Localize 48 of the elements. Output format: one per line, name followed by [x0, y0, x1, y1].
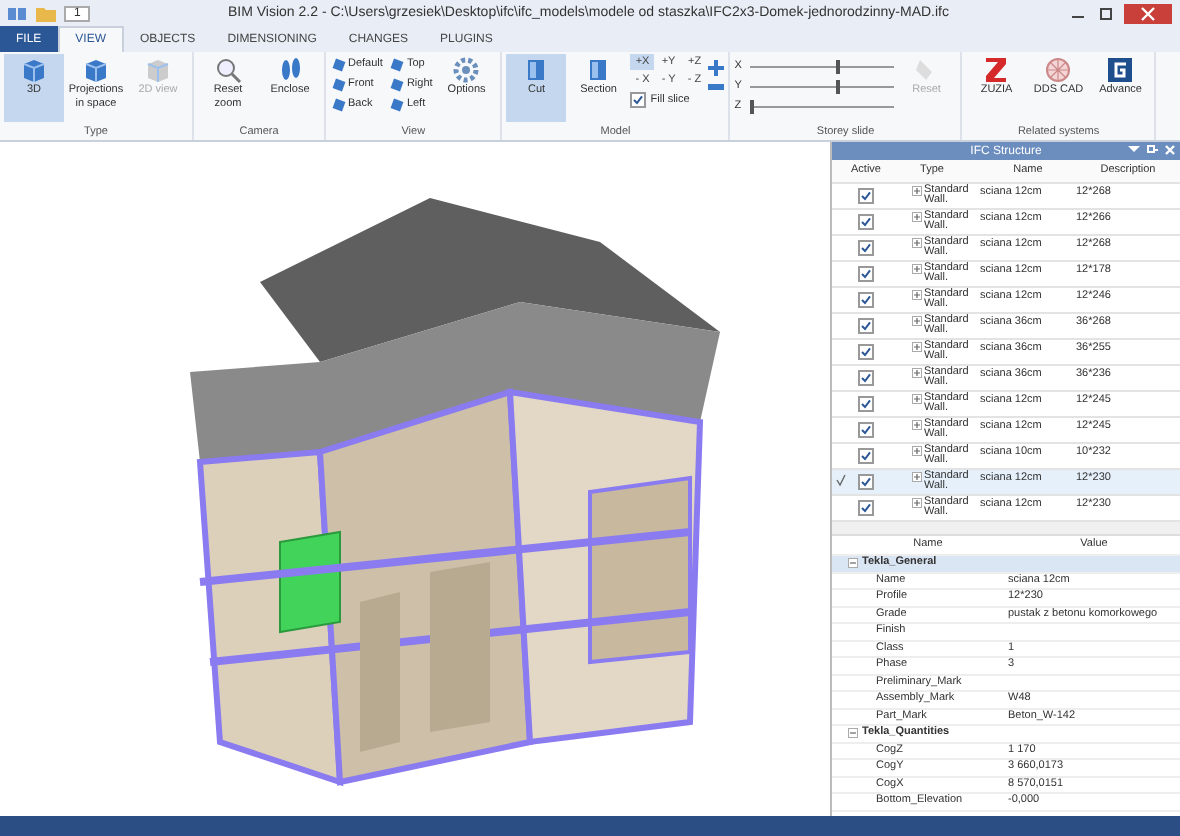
globe-icon	[1044, 56, 1073, 84]
footprints-icon	[276, 56, 304, 84]
expand-icon[interactable]	[912, 497, 922, 507]
checkbox[interactable]	[858, 474, 874, 490]
expand-icon[interactable]	[912, 211, 922, 221]
checkbox[interactable]	[630, 92, 647, 108]
expand-icon[interactable]	[912, 289, 922, 299]
expand-icon[interactable]	[912, 185, 922, 195]
expand-icon[interactable]	[912, 419, 922, 429]
checkbox[interactable]	[858, 240, 874, 256]
checkbox[interactable]	[858, 370, 874, 386]
app-icon	[8, 5, 28, 21]
close-icon[interactable]	[1164, 144, 1176, 156]
horizontal-scrollbar[interactable]	[832, 522, 1180, 536]
pin-icon[interactable]	[1146, 144, 1158, 156]
cube-icon	[144, 56, 172, 84]
checkbox[interactable]	[858, 500, 874, 516]
close-icon[interactable]	[1124, 3, 1172, 23]
checkbox[interactable]	[858, 292, 874, 308]
checkbox[interactable]	[858, 448, 874, 464]
slider-thumb[interactable]	[749, 99, 754, 113]
maximize-icon[interactable]	[1096, 5, 1116, 21]
slider-thumb[interactable]	[836, 59, 841, 73]
checkbox[interactable]	[858, 422, 874, 438]
expand-icon[interactable]	[912, 263, 922, 273]
expand-icon[interactable]	[912, 445, 922, 455]
z-logo-icon	[982, 56, 1011, 84]
expand-icon[interactable]	[912, 393, 922, 403]
cube-icon	[20, 56, 48, 84]
expand-icon[interactable]	[912, 341, 922, 351]
expand-icon[interactable]	[912, 315, 922, 325]
checkbox[interactable]	[858, 396, 874, 412]
collapse-icon[interactable]	[848, 558, 858, 569]
row-indicator-icon	[835, 474, 845, 486]
checkbox[interactable]	[858, 188, 874, 204]
expand-icon[interactable]	[912, 471, 922, 481]
plus-icon[interactable]	[708, 60, 725, 76]
checkbox[interactable]	[858, 318, 874, 334]
cube-icon	[82, 56, 110, 84]
slider-thumb[interactable]	[836, 79, 841, 93]
checkbox[interactable]	[858, 266, 874, 282]
gear-icon	[452, 56, 481, 84]
checkbox[interactable]	[858, 214, 874, 230]
expand-icon[interactable]	[912, 237, 922, 247]
expand-icon[interactable]	[912, 367, 922, 377]
checkbox[interactable]	[858, 344, 874, 360]
minus-icon[interactable]	[708, 84, 725, 90]
collapse-icon[interactable]	[848, 728, 858, 739]
